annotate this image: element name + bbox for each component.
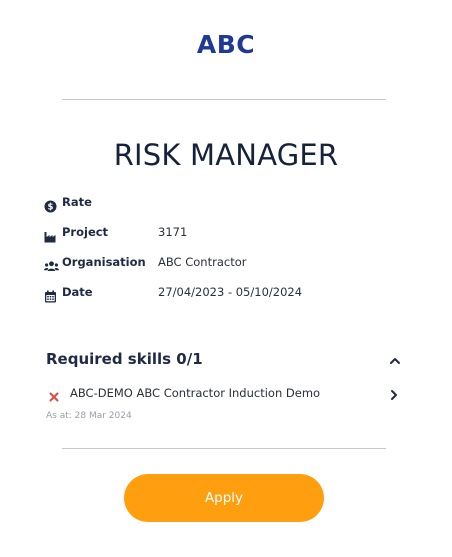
bottom-divider [62,448,386,449]
project-label: Project [62,225,109,239]
detail-row-project: Project 3171 [44,220,404,250]
dollar-circle-icon: $ [44,196,57,213]
required-skills-header[interactable]: Required skills 0/1 [46,350,406,372]
skill-name: ABC-DEMO ABC Contractor Induction Demo [70,386,321,400]
project-value: 3171 [158,225,188,239]
calendar-icon [44,286,57,303]
date-label: Date [62,285,93,299]
factory-icon [44,226,57,243]
skill-list-item[interactable]: ABC-DEMO ABC Contractor Induction Demo [46,385,406,405]
required-skills-title: Required skills 0/1 [46,350,203,368]
chevron-up-icon[interactable] [388,353,402,367]
rate-label: Rate [62,195,92,209]
as-at-timestamp: As at: 28 Mar 2024 [46,411,132,421]
close-icon [48,388,60,402]
detail-row-organisation: Organisation ABC Contractor [44,250,404,280]
detail-row-date: Date 27/04/2023 - 05/10/2024 [44,280,404,310]
organisation-value: ABC Contractor [158,255,247,269]
chevron-right-icon[interactable] [388,387,400,401]
apply-button[interactable]: Apply [124,474,324,522]
top-divider [62,99,386,100]
detail-row-rate: $ Rate [44,190,404,220]
company-logo: ABC [196,30,256,59]
svg-text:$: $ [48,203,54,213]
page-title: RISK MANAGER [113,138,339,172]
users-icon [44,256,59,271]
details-list: $ Rate Project 3171 Organisation ABC Con… [44,190,404,310]
date-value: 27/04/2023 - 05/10/2024 [158,285,303,299]
organisation-label: Organisation [62,255,146,269]
